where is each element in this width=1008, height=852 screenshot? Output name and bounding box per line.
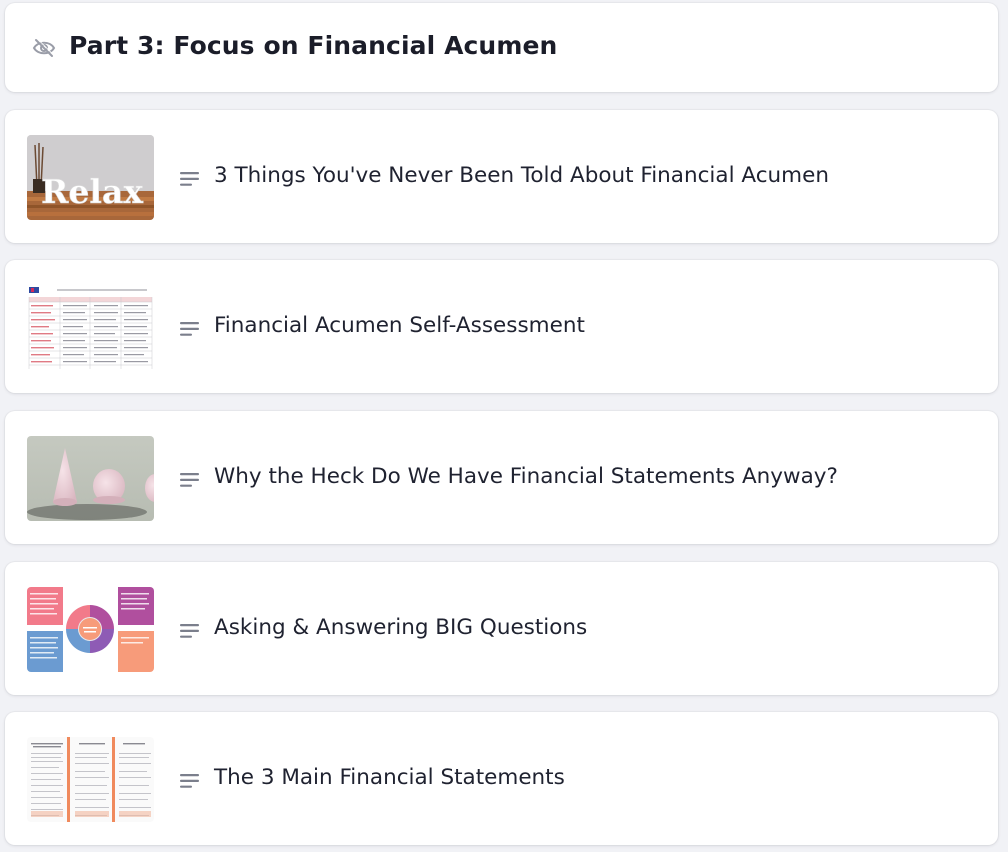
lesson-item[interactable]: Asking & Answering BIG Questions	[5, 562, 998, 695]
text-lines-icon	[180, 773, 199, 788]
lesson-thumbnail	[27, 587, 154, 672]
lesson-thumbnail	[27, 285, 154, 370]
lesson-thumbnail: Relax	[27, 135, 154, 220]
text-lines-icon	[180, 623, 199, 638]
lesson-item[interactable]: Why the Heck Do We Have Financial Statem…	[5, 411, 998, 544]
text-lines-icon	[180, 321, 199, 336]
lesson-title[interactable]: 3 Things You've Never Been Told About Fi…	[214, 163, 829, 188]
lesson-item[interactable]: The 3 Main Financial Statements	[5, 712, 998, 845]
text-lines-icon	[180, 472, 199, 487]
lesson-thumbnail	[27, 436, 154, 521]
lesson-title[interactable]: The 3 Main Financial Statements	[214, 765, 565, 790]
text-lines-icon	[180, 171, 199, 186]
thumbnail-relax-text: Relax	[41, 172, 143, 211]
section-header: Part 3: Focus on Financial Acumen	[5, 3, 998, 92]
lesson-title[interactable]: Asking & Answering BIG Questions	[214, 615, 587, 640]
lesson-item[interactable]: Financial Acumen Self-Assessment	[5, 260, 998, 393]
eye-slash-icon	[32, 38, 56, 58]
lesson-title[interactable]: Why the Heck Do We Have Financial Statem…	[214, 464, 838, 489]
lesson-thumbnail	[27, 737, 154, 822]
lesson-title[interactable]: Financial Acumen Self-Assessment	[214, 313, 585, 338]
lesson-item[interactable]: Relax 3 Things You've Never Been Told Ab…	[5, 110, 998, 243]
section-title: Part 3: Focus on Financial Acumen	[69, 31, 558, 60]
